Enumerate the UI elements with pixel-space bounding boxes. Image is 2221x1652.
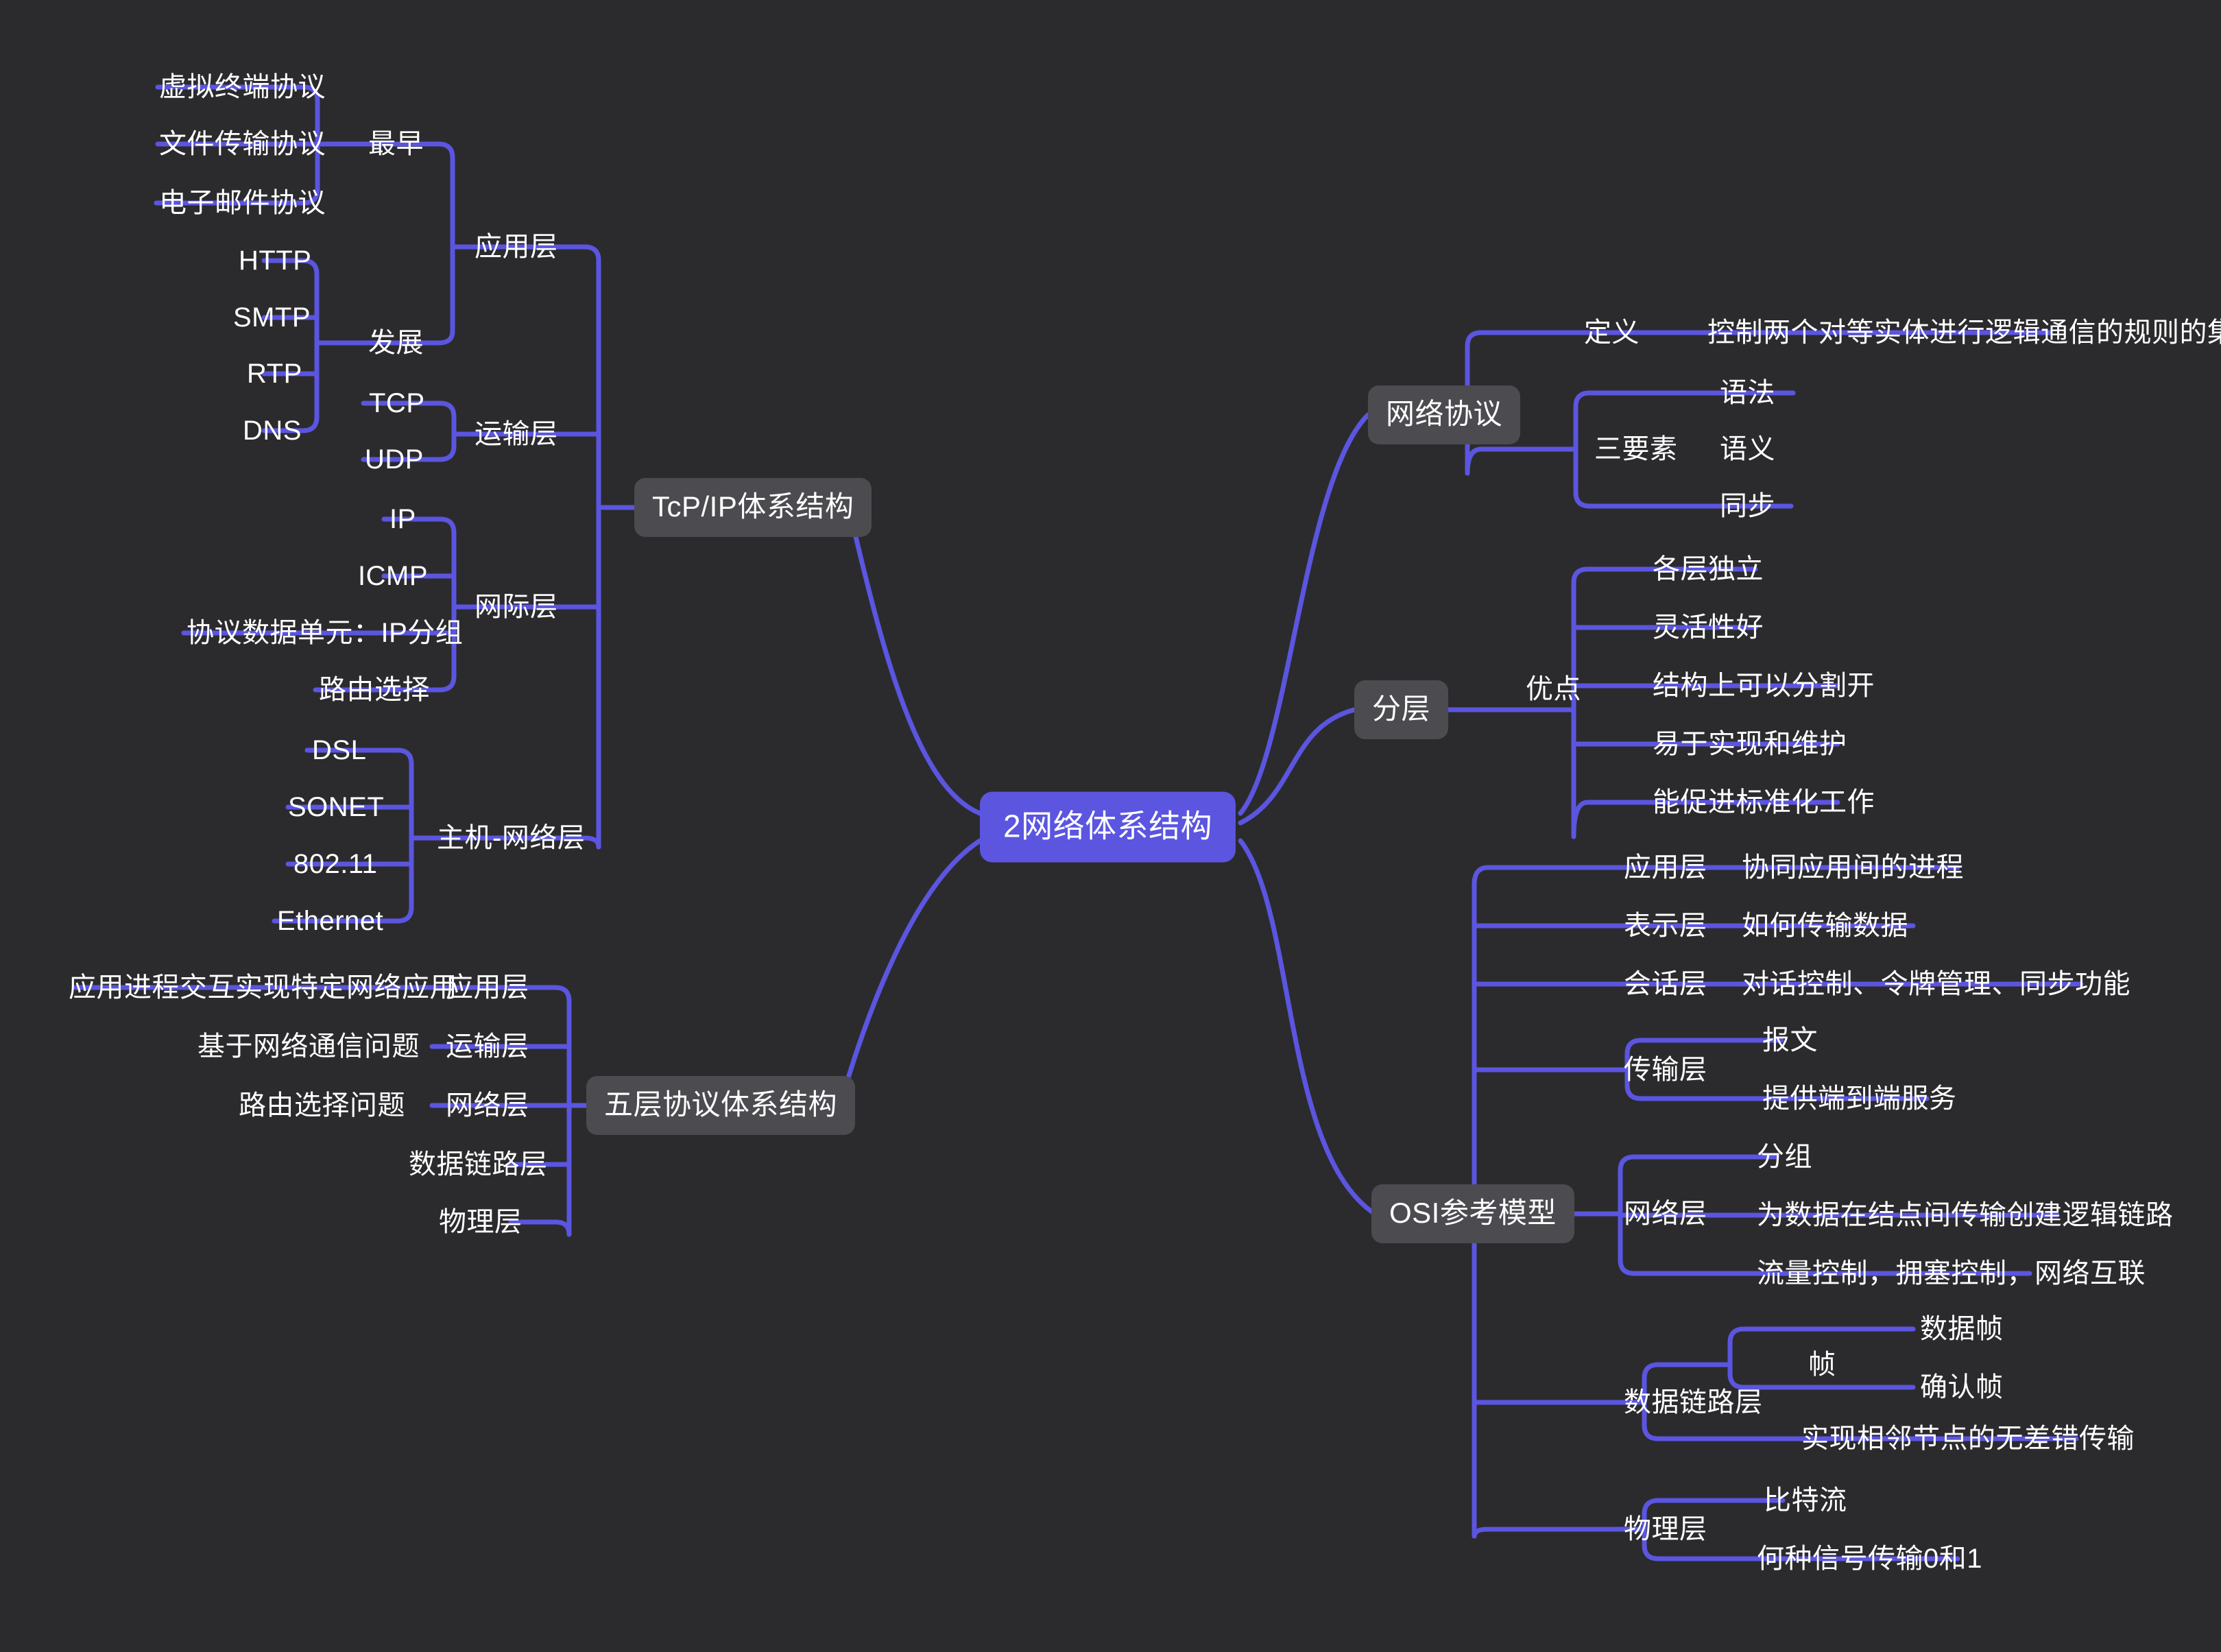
leaf-promotes-standardization[interactable]: 能促进标准化工作 bbox=[1653, 789, 1875, 816]
label-osi-presentation-layer[interactable]: 表示层 bbox=[1624, 912, 1707, 939]
topic-tcpip[interactable]: TcP/IP体系结构 bbox=[634, 478, 872, 537]
label-osi-network-layer[interactable]: 网络层 bbox=[1624, 1200, 1707, 1228]
label-tcpip-application-layer[interactable]: 应用层 bbox=[475, 233, 558, 261]
mindmap-canvas: 2网络体系结构 TcP/IP体系结构 应用层 运输层 网际层 主机-网络层 最早… bbox=[0, 0, 2221, 1652]
label-tcpip-transport-layer[interactable]: 运输层 bbox=[475, 420, 558, 448]
label-five-application-layer[interactable]: 应用层 bbox=[446, 974, 529, 1001]
label-five-datalink-layer[interactable]: 数据链路层 bbox=[409, 1151, 548, 1178]
leaf-email-protocol[interactable]: 电子邮件协议 bbox=[159, 189, 326, 217]
label-five-transport-layer[interactable]: 运输层 bbox=[446, 1033, 529, 1060]
leaf-message[interactable]: 报文 bbox=[1762, 1027, 1818, 1054]
leaf-easy-implement-maintain[interactable]: 易于实现和维护 bbox=[1653, 730, 1847, 758]
note-five-network-layer[interactable]: 路由选择问题 bbox=[239, 1092, 405, 1119]
label-osi-physical-layer[interactable]: 物理层 bbox=[1624, 1516, 1707, 1543]
leaf-smtp[interactable]: SMTP bbox=[233, 304, 311, 331]
leaf-osi-session-note[interactable]: 对话控制、令牌管理、同步功能 bbox=[1742, 970, 2130, 998]
topic-osi-model[interactable]: OSI参考模型 bbox=[1371, 1184, 1574, 1243]
leaf-tcp[interactable]: TCP bbox=[369, 390, 425, 417]
note-five-application-layer[interactable]: 应用进程交互实现特定网络应用 bbox=[69, 974, 457, 1001]
root-node[interactable]: 2网络体系结构 bbox=[980, 791, 1236, 863]
leaf-error-free-adjacent-transmission[interactable]: 实现相邻节点的无差错传输 bbox=[1801, 1425, 2135, 1452]
label-osi-transport-layer[interactable]: 传输层 bbox=[1624, 1056, 1707, 1084]
leaf-logical-link-creation[interactable]: 为数据在结点间传输创建逻辑链路 bbox=[1757, 1201, 2174, 1229]
leaf-bit-stream[interactable]: 比特流 bbox=[1764, 1487, 1847, 1514]
leaf-flow-congestion-internetworking[interactable]: 流量控制，拥塞控制，网络互联 bbox=[1757, 1260, 2146, 1287]
leaf-syntax[interactable]: 语法 bbox=[1720, 379, 1775, 407]
leaf-ip[interactable]: IP bbox=[389, 505, 416, 533]
leaf-rtp[interactable]: RTP bbox=[247, 360, 302, 387]
label-five-physical-layer[interactable]: 物理层 bbox=[439, 1208, 523, 1236]
label-tcpip-host-network-layer[interactable]: 主机-网络层 bbox=[437, 824, 585, 852]
leaf-signal-for-0-and-1[interactable]: 何种信号传输0和1 bbox=[1757, 1545, 1982, 1572]
leaf-dns[interactable]: DNS bbox=[243, 417, 302, 444]
leaf-icmp[interactable]: ICMP bbox=[358, 562, 428, 590]
leaf-protocol-definition-text[interactable]: 控制两个对等实体进行逻辑通信的规则的集合 bbox=[1707, 319, 2221, 346]
leaf-routing[interactable]: 路由选择 bbox=[319, 676, 430, 704]
label-development[interactable]: 发展 bbox=[368, 329, 424, 357]
leaf-udp[interactable]: UDP bbox=[365, 446, 424, 473]
topic-network-protocol[interactable]: 网络协议 bbox=[1368, 385, 1521, 444]
label-frame[interactable]: 帧 bbox=[1808, 1351, 1836, 1378]
label-osi-datalink-layer[interactable]: 数据链路层 bbox=[1624, 1389, 1763, 1416]
leaf-structurally-separable[interactable]: 结构上可以分割开 bbox=[1653, 672, 1875, 699]
topic-five-layer[interactable]: 五层协议体系结构 bbox=[586, 1076, 856, 1135]
leaf-end-to-end-service[interactable]: 提供端到端服务 bbox=[1762, 1085, 1957, 1112]
label-osi-application-layer[interactable]: 应用层 bbox=[1624, 854, 1707, 881]
leaf-file-transfer-protocol[interactable]: 文件传输协议 bbox=[159, 130, 326, 158]
note-five-transport-layer[interactable]: 基于网络通信问题 bbox=[197, 1033, 420, 1060]
label-osi-session-layer[interactable]: 会话层 bbox=[1624, 970, 1707, 998]
label-advantages[interactable]: 优点 bbox=[1526, 675, 1581, 703]
leaf-802-11[interactable]: 802.11 bbox=[293, 850, 377, 878]
leaf-dsl[interactable]: DSL bbox=[312, 737, 366, 764]
label-definition[interactable]: 定义 bbox=[1584, 319, 1640, 346]
label-earliest[interactable]: 最早 bbox=[368, 130, 424, 158]
leaf-pdu-ip-packet[interactable]: 协议数据单元：IP分组 bbox=[187, 619, 463, 647]
label-five-network-layer[interactable]: 网络层 bbox=[446, 1092, 529, 1119]
leaf-virtual-terminal-protocol[interactable]: 虚拟终端协议 bbox=[159, 73, 326, 101]
leaf-ethernet[interactable]: Ethernet bbox=[277, 907, 383, 935]
leaf-semantics[interactable]: 语义 bbox=[1720, 435, 1775, 463]
leaf-data-frame[interactable]: 数据帧 bbox=[1920, 1315, 2004, 1343]
leaf-packet[interactable]: 分组 bbox=[1757, 1143, 1812, 1171]
leaf-good-flexibility[interactable]: 灵活性好 bbox=[1653, 614, 1764, 641]
leaf-http[interactable]: HTTP bbox=[239, 247, 311, 274]
leaf-timing[interactable]: 同步 bbox=[1720, 492, 1775, 520]
leaf-osi-pres-note[interactable]: 如何传输数据 bbox=[1742, 912, 1908, 939]
leaf-layers-independent[interactable]: 各层独立 bbox=[1653, 555, 1764, 583]
leaf-ack-frame[interactable]: 确认帧 bbox=[1920, 1374, 2004, 1401]
leaf-osi-app-note[interactable]: 协同应用间的进程 bbox=[1742, 854, 1964, 881]
leaf-sonet[interactable]: SONET bbox=[288, 793, 384, 821]
topic-layering[interactable]: 分层 bbox=[1354, 680, 1449, 739]
label-three-elements[interactable]: 三要素 bbox=[1594, 435, 1678, 463]
label-tcpip-internet-layer[interactable]: 网际层 bbox=[475, 593, 558, 621]
